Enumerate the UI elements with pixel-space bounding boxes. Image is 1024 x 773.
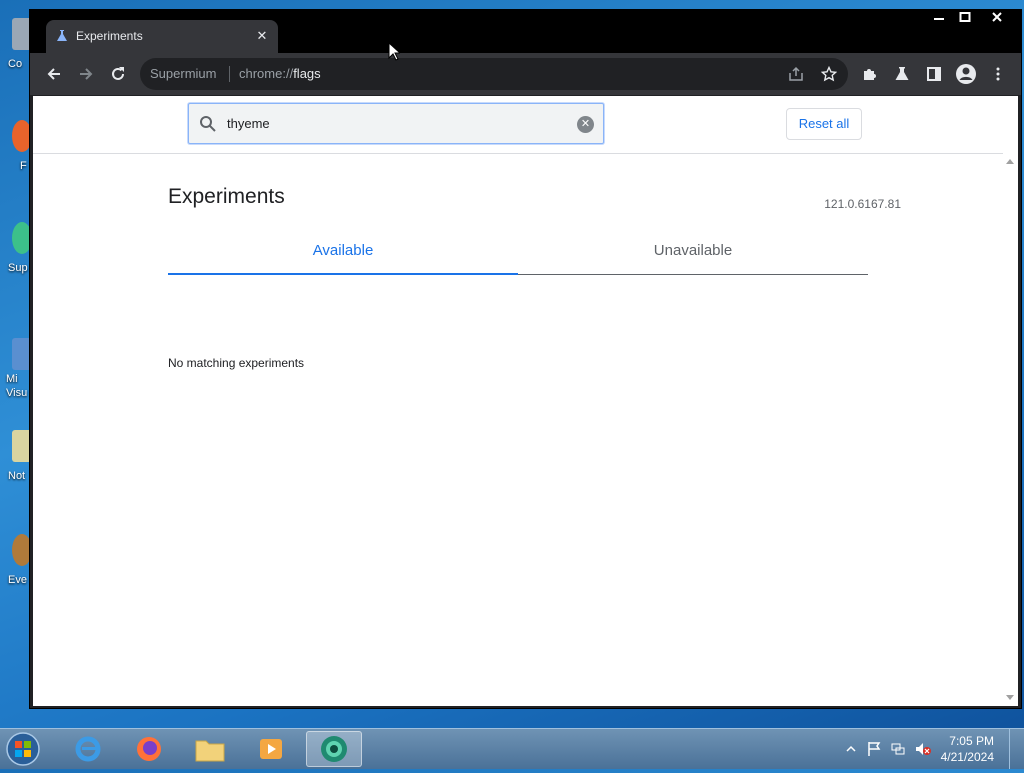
network-icon[interactable]	[890, 741, 906, 757]
internet-explorer-icon	[75, 736, 101, 762]
show-desktop-button[interactable]	[1009, 729, 1024, 769]
extensions-button[interactable]	[858, 62, 882, 86]
browser-window: Experiments ✕ Supermium chrome://flags t…	[30, 10, 1021, 708]
tab-unavailable[interactable]: Unavailable	[518, 226, 868, 274]
supermium-icon	[321, 736, 347, 762]
action-center-flag-icon[interactable]	[866, 741, 882, 757]
desktop-icon-firefox[interactable]: F	[0, 120, 32, 190]
forward-arrow-icon	[80, 68, 93, 80]
profile-avatar-icon	[956, 64, 976, 84]
side-panel-icon	[927, 67, 941, 81]
taskbar-firefox[interactable]	[121, 731, 177, 767]
minimize-icon	[934, 18, 944, 20]
reset-all-button[interactable]: Reset all	[786, 108, 862, 140]
maximize-icon	[959, 12, 971, 22]
taskbar-media-player[interactable]	[243, 731, 299, 767]
clear-search-icon[interactable]: ✕	[577, 116, 594, 133]
reload-icon	[112, 67, 124, 80]
clock[interactable]: 7:05 PM 4/21/2024	[924, 733, 994, 765]
start-button[interactable]	[4, 730, 44, 768]
scroll-up-arrow-icon[interactable]	[1006, 159, 1014, 164]
empty-message: No matching experiments	[168, 356, 305, 370]
desktop-icon-supermium[interactable]: Sup	[0, 222, 32, 292]
tab-experiments[interactable]: Experiments ✕	[46, 20, 278, 53]
search-input[interactable]: thyeme ✕	[188, 103, 604, 144]
search-icon	[200, 116, 216, 132]
desktop-icon-visual-studio[interactable]: Mi Visu	[0, 338, 32, 408]
mouse-cursor-icon	[388, 42, 400, 61]
browser-toolbar: Supermium chrome://flags	[30, 53, 1021, 95]
windows-orb-icon	[6, 732, 40, 766]
divider	[229, 66, 230, 82]
clock-time: 7:05 PM	[949, 734, 994, 748]
scroll-down-arrow-icon[interactable]	[1006, 695, 1014, 700]
clock-date: 4/21/2024	[940, 750, 994, 764]
notepad-icon	[12, 430, 32, 462]
tab-close-icon[interactable]: ✕	[252, 26, 272, 46]
site-chip: Supermium	[150, 66, 217, 81]
desktop-icon-label: Eve	[8, 574, 27, 586]
address-bar[interactable]: Supermium chrome://flags	[140, 58, 848, 90]
profile-button[interactable]	[954, 62, 978, 86]
kebab-menu-icon	[996, 67, 1000, 81]
flags-page: thyeme ✕ Reset all Experiments 121.0.616…	[33, 96, 1018, 706]
tab-title: Experiments	[76, 29, 143, 43]
visual-studio-icon	[12, 338, 32, 370]
taskbar-supermium[interactable]	[306, 731, 362, 767]
page-title: Experiments	[168, 185, 285, 208]
share-icon[interactable]	[788, 66, 804, 82]
desktop-icon-label: F	[20, 160, 27, 172]
url-text: chrome://flags	[239, 66, 321, 81]
show-hidden-icons-icon[interactable]	[846, 744, 856, 754]
supermium-icon	[12, 222, 32, 254]
reload-button[interactable]	[106, 62, 130, 86]
desktop-icon-label: Mi Visu	[6, 373, 28, 399]
close-window-button[interactable]	[983, 10, 1011, 28]
desktop-icon-label: Sup	[8, 262, 28, 274]
flask-icon	[57, 30, 67, 41]
search-value: thyeme	[227, 116, 270, 131]
close-icon	[992, 12, 1002, 22]
scrollbar[interactable]	[1003, 153, 1018, 706]
flags-header-bar: thyeme ✕ Reset all	[33, 96, 1018, 154]
everything-icon	[12, 534, 32, 566]
desktop-icon-everything[interactable]: Eve	[0, 534, 32, 604]
taskbar-internet-explorer[interactable]	[60, 731, 116, 767]
taskbar: 7:05 PM 4/21/2024	[0, 728, 1024, 769]
desktop-icon-computer[interactable]: Co	[0, 18, 32, 88]
media-player-icon	[260, 739, 282, 759]
minimize-button[interactable]	[925, 10, 953, 28]
labs-button[interactable]	[890, 62, 914, 86]
desktop-icon-label: Co	[8, 58, 23, 70]
firefox-icon	[137, 737, 161, 761]
bookmark-star-icon[interactable]	[821, 66, 837, 82]
desktop-icon-label: Not	[8, 470, 26, 482]
puzzle-icon	[864, 69, 876, 80]
tab-available[interactable]: Available	[168, 226, 518, 275]
version-label: 121.0.6167.81	[824, 197, 901, 211]
side-panel-button[interactable]	[922, 62, 946, 86]
flask-icon	[895, 67, 909, 80]
back-button[interactable]	[42, 62, 66, 86]
forward-button[interactable]	[74, 62, 98, 86]
menu-button[interactable]	[986, 62, 1010, 86]
computer-icon	[12, 18, 32, 50]
experiments-tabs: Available Unavailable	[168, 226, 868, 275]
firefox-icon	[12, 120, 32, 152]
folder-icon	[195, 740, 225, 762]
taskbar-file-explorer[interactable]	[182, 731, 238, 767]
title-bar[interactable]: Experiments ✕	[30, 10, 1021, 53]
maximize-button[interactable]	[951, 10, 979, 28]
back-arrow-icon	[47, 68, 60, 80]
desktop-icon-notepad[interactable]: Not	[0, 430, 32, 500]
